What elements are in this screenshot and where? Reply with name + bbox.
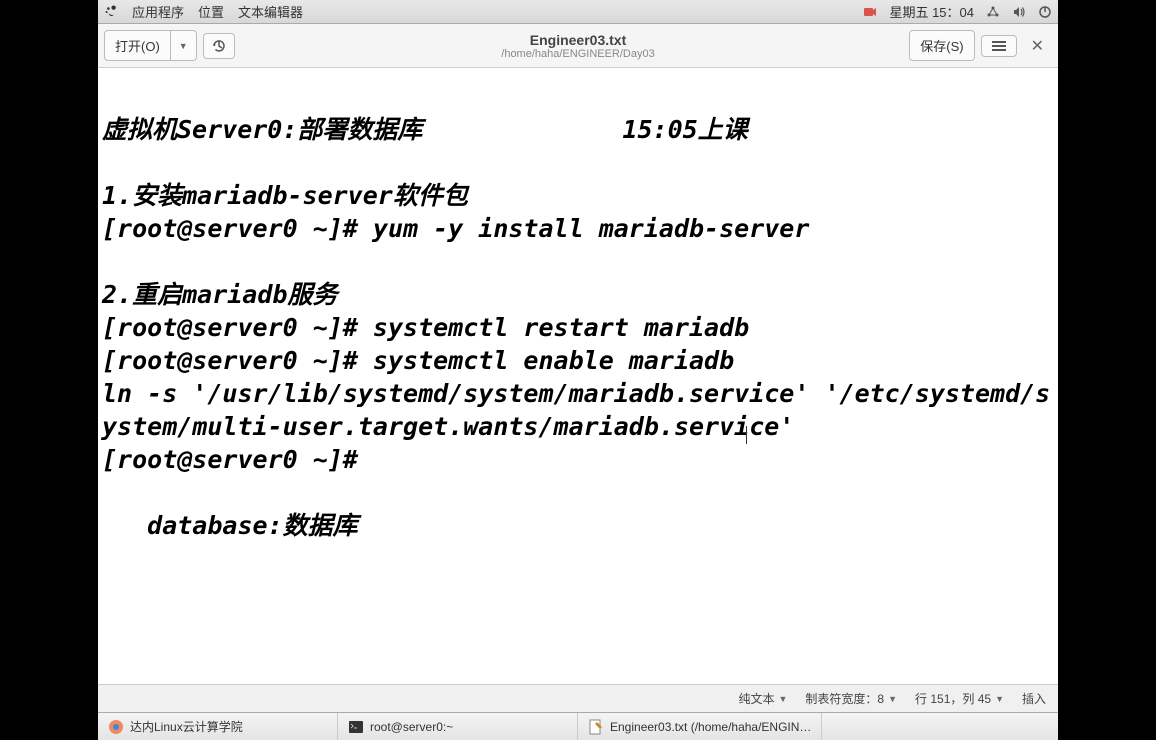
text-line: [root@server0 ~]# xyxy=(102,445,373,474)
terminal-icon xyxy=(348,719,364,735)
power-icon[interactable] xyxy=(1038,5,1052,19)
system-topbar: 应用程序 位置 文本编辑器 星期五 15：04 xyxy=(98,0,1058,24)
network-icon[interactable] xyxy=(986,5,1000,19)
cursor-position[interactable]: 行 151，列 45 ▼ xyxy=(915,690,1004,707)
text-line: 1.安装mariadb-server软件包 xyxy=(102,181,468,210)
document-path: /home/haha/ENGINEER/Day03 xyxy=(501,48,654,60)
close-button[interactable]: ✕ xyxy=(1023,36,1052,56)
recording-icon xyxy=(863,5,877,19)
text-line: [root@server0 ~]# systemctl restart mari… xyxy=(102,313,749,342)
open-button[interactable]: 打开(O) xyxy=(104,30,171,61)
taskbar-item-terminal[interactable]: root@server0:~ xyxy=(338,713,578,740)
taskbar: 达内Linux云计算学院 root@server0:~ Engineer03.t… xyxy=(98,712,1058,740)
text-line: 虚拟机Server0:部署数据库 xyxy=(102,113,422,146)
volume-icon[interactable] xyxy=(1012,5,1026,19)
save-button[interactable]: 保存(S) xyxy=(909,30,974,61)
text-cursor xyxy=(746,426,747,444)
taskbar-item-browser[interactable]: 达内Linux云计算学院 xyxy=(98,713,338,740)
recent-button[interactable] xyxy=(203,33,235,59)
places-menu[interactable]: 位置 xyxy=(198,2,224,21)
text-line: database:数据库 xyxy=(102,511,358,540)
text-editor-area[interactable]: 虚拟机Server0:部署数据库 15:05上课 1.安装mariadb-serv… xyxy=(98,68,1058,684)
editor-icon xyxy=(588,719,604,735)
browser-icon xyxy=(108,719,124,735)
editor-toolbar: 打开(O) ▼ Engineer03.txt /home/haha/ENGINE… xyxy=(98,24,1058,68)
text-line: ln -s '/usr/lib/systemd/system/mariadb.s… xyxy=(102,379,1050,441)
gnome-logo-icon xyxy=(104,5,118,19)
syntax-selector[interactable]: 纯文本 ▼ xyxy=(738,690,787,707)
hamburger-menu-button[interactable] xyxy=(981,35,1017,57)
text-line: 15:05上课 xyxy=(622,113,747,146)
hamburger-icon xyxy=(992,41,1006,51)
text-line: [root@server0 ~]# yum -y install mariadb… xyxy=(102,214,809,243)
text-line: [root@server0 ~]# systemctl enable maria… xyxy=(102,346,734,375)
tabwidth-selector[interactable]: 制表符宽度：8 ▼ xyxy=(805,690,897,707)
apps-menu[interactable]: 应用程序 xyxy=(132,2,184,21)
active-app-label[interactable]: 文本编辑器 xyxy=(238,2,303,21)
text-line: 2.重启mariadb服务 xyxy=(102,280,337,309)
editor-statusbar: 纯文本 ▼ 制表符宽度：8 ▼ 行 151，列 45 ▼ 插入 xyxy=(98,684,1058,712)
document-title: Engineer03.txt xyxy=(501,32,654,48)
datetime-label[interactable]: 星期五 15：04 xyxy=(889,2,974,21)
insert-mode: 插入 xyxy=(1022,690,1046,707)
open-dropdown[interactable]: ▼ xyxy=(171,30,197,61)
taskbar-item-editor[interactable]: Engineer03.txt (/home/haha/ENGIN… xyxy=(578,713,822,740)
